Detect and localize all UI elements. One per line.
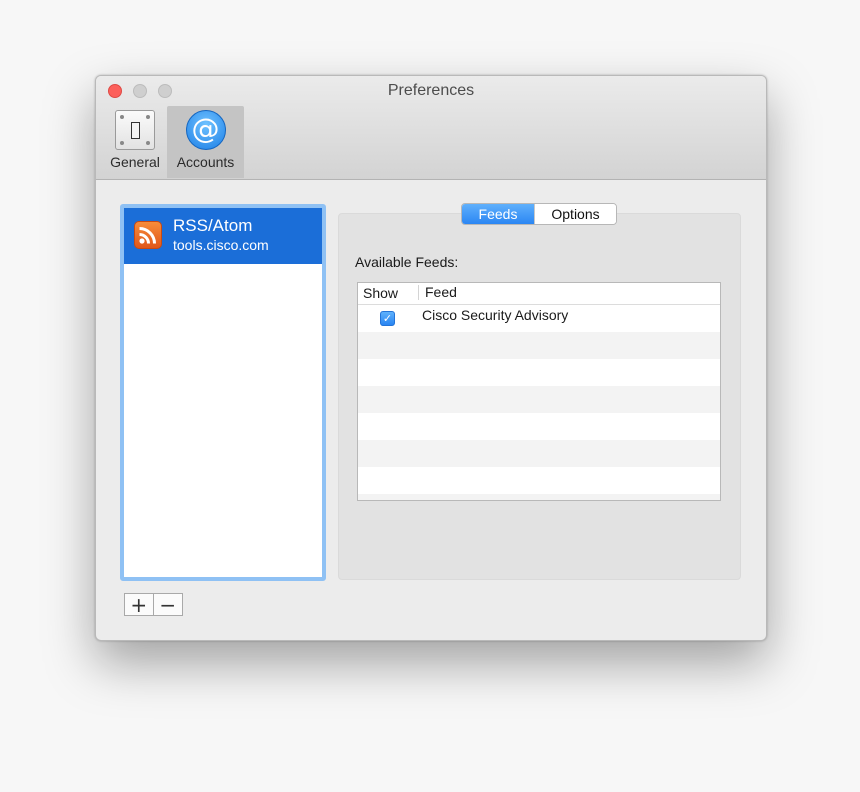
toolbar-label-accounts: Accounts [176, 154, 235, 170]
table-row[interactable]: ✓ Cisco Security Advisory [358, 305, 720, 332]
feed-name: Cisco Security Advisory [422, 307, 569, 323]
add-account-button[interactable]: + [125, 594, 154, 615]
available-feeds-label: Available Feeds: [355, 254, 459, 270]
switch-icon [115, 110, 155, 150]
detail-tab-control: Feeds Options [461, 203, 617, 225]
toolbar-label-general: General [110, 154, 160, 170]
account-list[interactable]: RSS/Atom tools.cisco.com [120, 204, 326, 581]
add-remove-control: + − [124, 593, 183, 616]
titlebar: Preferences General @ Accounts [96, 76, 766, 180]
table-row [358, 440, 720, 467]
table-row [358, 413, 720, 440]
preferences-window: Preferences General @ Accounts RSS/Atom … [95, 75, 767, 641]
toolbar-item-accounts[interactable]: @ Accounts [167, 106, 244, 178]
table-row [358, 494, 720, 500]
table-body: ✓ Cisco Security Advisory [358, 305, 720, 500]
remove-account-button[interactable]: − [154, 594, 182, 615]
rss-icon [134, 221, 162, 249]
account-name: RSS/Atom [173, 216, 253, 235]
tab-options[interactable]: Options [534, 204, 616, 224]
table-row [358, 386, 720, 413]
account-row-rss-atom[interactable]: RSS/Atom tools.cisco.com [124, 208, 322, 264]
column-header-feed[interactable]: Feed [418, 285, 457, 300]
table-row [358, 359, 720, 386]
column-header-show[interactable]: Show [363, 285, 398, 301]
table-row [358, 467, 720, 494]
account-host: tools.cisco.com [173, 237, 269, 253]
at-sign-icon: @ [185, 110, 226, 150]
window-title: Preferences [387, 82, 475, 99]
feeds-table: Show Feed ✓ Cisco Security Advisory [357, 282, 721, 501]
tab-feeds[interactable]: Feeds [462, 204, 534, 224]
table-row [358, 332, 720, 359]
table-header: Show Feed [358, 283, 720, 305]
toolbar-item-general[interactable]: General [104, 106, 166, 178]
show-feed-checkbox[interactable]: ✓ [380, 311, 395, 326]
